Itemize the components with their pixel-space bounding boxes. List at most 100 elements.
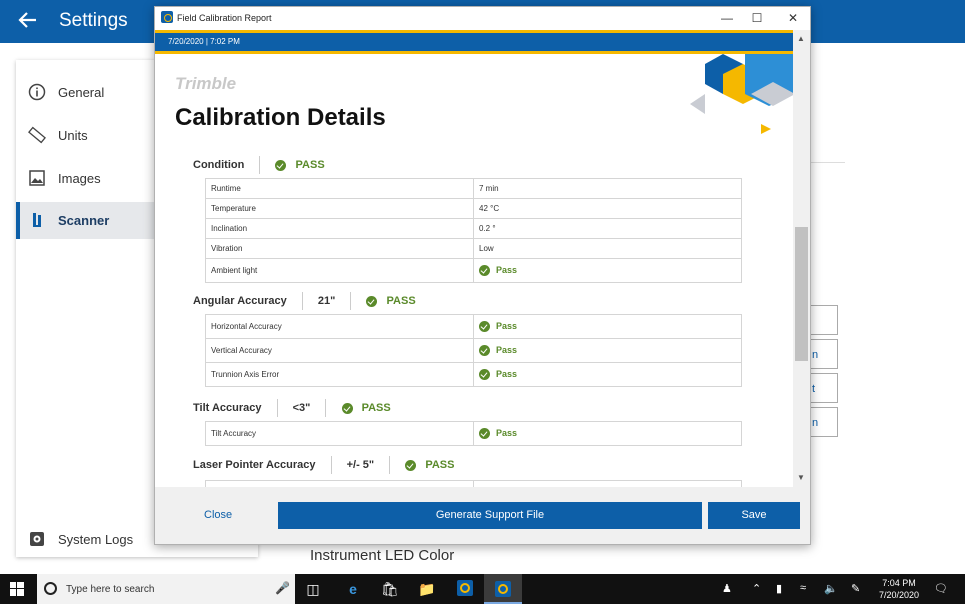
row-value: Pass bbox=[496, 427, 518, 438]
minimize-icon[interactable]: — bbox=[718, 10, 736, 26]
background-button[interactable]: n bbox=[810, 407, 838, 437]
row-value-cell: Pass bbox=[473, 338, 742, 363]
gear-icon bbox=[28, 530, 46, 548]
divider bbox=[276, 399, 278, 417]
image-icon bbox=[28, 169, 46, 187]
check-circle-icon bbox=[479, 321, 490, 333]
scanner-icon bbox=[28, 211, 46, 229]
cortana-icon bbox=[44, 582, 57, 595]
section-value: <3" bbox=[292, 402, 311, 414]
sidebar-item-label: System Logs bbox=[58, 532, 134, 547]
table-row: Ambient light Pass bbox=[205, 258, 742, 283]
divider bbox=[325, 399, 327, 417]
row-label: Runtime bbox=[205, 178, 474, 199]
row-value: Pass bbox=[496, 344, 518, 355]
divider bbox=[350, 292, 352, 310]
volume-icon[interactable]: 🔈 bbox=[824, 582, 838, 595]
section-angular-accuracy-header: Angular Accuracy 21" PASS bbox=[193, 292, 416, 312]
file-explorer-icon[interactable]: 📁 bbox=[417, 579, 437, 599]
sidebar-item-label: Images bbox=[58, 171, 101, 186]
table-row: Vibration Low bbox=[205, 238, 742, 259]
condition-table: Runtime 7 min Temperature 42 °C Inclinatio… bbox=[205, 178, 742, 283]
check-circle-icon bbox=[405, 459, 417, 471]
window-titlebar[interactable]: Field Calibration Report — ☐ ✕ bbox=[155, 7, 810, 30]
row-value-cell: Pass bbox=[473, 421, 742, 446]
edge-icon[interactable]: e bbox=[343, 579, 363, 599]
section-value: +/- 5" bbox=[346, 459, 375, 471]
section-name: Angular Accuracy bbox=[193, 295, 287, 307]
clock-time: 7:04 PM bbox=[882, 578, 916, 588]
back-arrow-icon[interactable] bbox=[18, 9, 38, 33]
tilt-accuracy-table: Tilt Accuracy Pass bbox=[205, 421, 742, 446]
row-value: Low bbox=[473, 238, 742, 259]
notification-icon[interactable]: 🗨 bbox=[934, 582, 948, 595]
section-status: PASS bbox=[361, 402, 391, 414]
background-button[interactable]: t bbox=[810, 373, 838, 403]
scrollbar[interactable]: ▲ ▼ bbox=[793, 30, 810, 487]
sidebar-item-label: Units bbox=[58, 128, 88, 143]
chevron-up-icon[interactable]: ⌃ bbox=[752, 582, 761, 595]
microphone-icon[interactable]: 🎤 bbox=[275, 581, 290, 595]
section-name: Laser Pointer Accuracy bbox=[193, 459, 316, 471]
clock-date: 7/20/2020 bbox=[878, 590, 920, 600]
trimble-app-icon[interactable] bbox=[455, 579, 475, 599]
divider bbox=[330, 456, 332, 474]
section-status: PASS bbox=[295, 159, 325, 171]
check-circle-icon bbox=[275, 159, 287, 171]
scrollbar-thumb[interactable] bbox=[795, 227, 808, 361]
check-circle-icon bbox=[479, 369, 490, 381]
led-color-label: Instrument LED Color bbox=[310, 547, 455, 564]
section-condition-header: Condition PASS bbox=[193, 156, 325, 176]
decorative-graphic bbox=[690, 54, 793, 134]
store-icon[interactable]: 🛍 bbox=[380, 579, 400, 599]
check-circle-icon bbox=[366, 295, 378, 307]
generate-support-file-button[interactable]: Generate Support File bbox=[278, 502, 702, 529]
close-icon[interactable]: ✕ bbox=[784, 10, 802, 26]
row-value-cell: Pass bbox=[473, 258, 742, 283]
people-icon[interactable]: ♟ bbox=[722, 582, 732, 595]
sidebar-item-label: General bbox=[58, 85, 105, 100]
section-status: PASS bbox=[425, 459, 455, 471]
maximize-icon[interactable]: ☐ bbox=[748, 10, 766, 26]
pen-icon[interactable]: ✎ bbox=[851, 582, 860, 595]
divider bbox=[301, 292, 303, 310]
angular-accuracy-table: Horizontal Accuracy Pass Vertical Accurac… bbox=[205, 314, 742, 387]
battery-icon[interactable]: ▮ bbox=[776, 582, 782, 595]
row-value-cell: Pass bbox=[473, 314, 742, 339]
section-name: Tilt Accuracy bbox=[193, 402, 262, 414]
taskbar-clock[interactable]: 7:04 PM 7/20/2020 bbox=[868, 577, 930, 601]
laser-pointer-table bbox=[205, 480, 742, 487]
save-button[interactable]: Save bbox=[708, 502, 800, 529]
taskbar: Type here to search 🎤 ◫ e 🛍 📁 ♟ ⌃ ▮ ≈ 🔈 … bbox=[0, 574, 965, 604]
report-header-bar: 7/20/2020 | 7:02 PM bbox=[155, 30, 793, 54]
row-label: Vibration bbox=[205, 238, 474, 259]
ruler-icon bbox=[28, 126, 46, 144]
background-button[interactable]: n bbox=[810, 339, 838, 369]
row-label: Tilt Accuracy bbox=[205, 421, 474, 446]
scroll-up-icon[interactable]: ▲ bbox=[797, 34, 805, 43]
table-row: Horizontal Accuracy Pass bbox=[205, 314, 742, 339]
row-value: 42 °C bbox=[473, 198, 742, 219]
wifi-icon[interactable]: ≈ bbox=[800, 582, 806, 594]
divider bbox=[259, 156, 261, 174]
table-row: Inclination 0.2 ° bbox=[205, 218, 742, 239]
task-view-icon[interactable]: ◫ bbox=[303, 579, 323, 599]
background-button[interactable] bbox=[810, 305, 838, 335]
taskbar-search[interactable]: Type here to search 🎤 bbox=[37, 574, 295, 604]
section-value: 21" bbox=[317, 295, 336, 307]
table-row: Temperature 42 °C bbox=[205, 198, 742, 219]
table-row: Tilt Accuracy Pass bbox=[205, 421, 742, 446]
row-label: Vertical Accuracy bbox=[205, 338, 474, 363]
check-circle-icon bbox=[479, 428, 490, 440]
check-circle-icon bbox=[341, 402, 353, 414]
section-laser-pointer-header: Laser Pointer Accuracy +/- 5" PASS bbox=[193, 456, 454, 476]
report-datetime: 7/20/2020 | 7:02 PM bbox=[168, 37, 240, 46]
table-row: Vertical Accuracy Pass bbox=[205, 338, 742, 363]
row-value: Pass bbox=[496, 368, 518, 379]
windows-start-icon[interactable] bbox=[10, 582, 24, 596]
close-button[interactable]: Close bbox=[204, 509, 232, 521]
row-label: Trunnion Axis Error bbox=[205, 362, 474, 387]
taskbar-active-app[interactable] bbox=[484, 574, 522, 604]
scroll-down-icon[interactable]: ▼ bbox=[797, 473, 805, 482]
section-name: Condition bbox=[193, 159, 245, 171]
